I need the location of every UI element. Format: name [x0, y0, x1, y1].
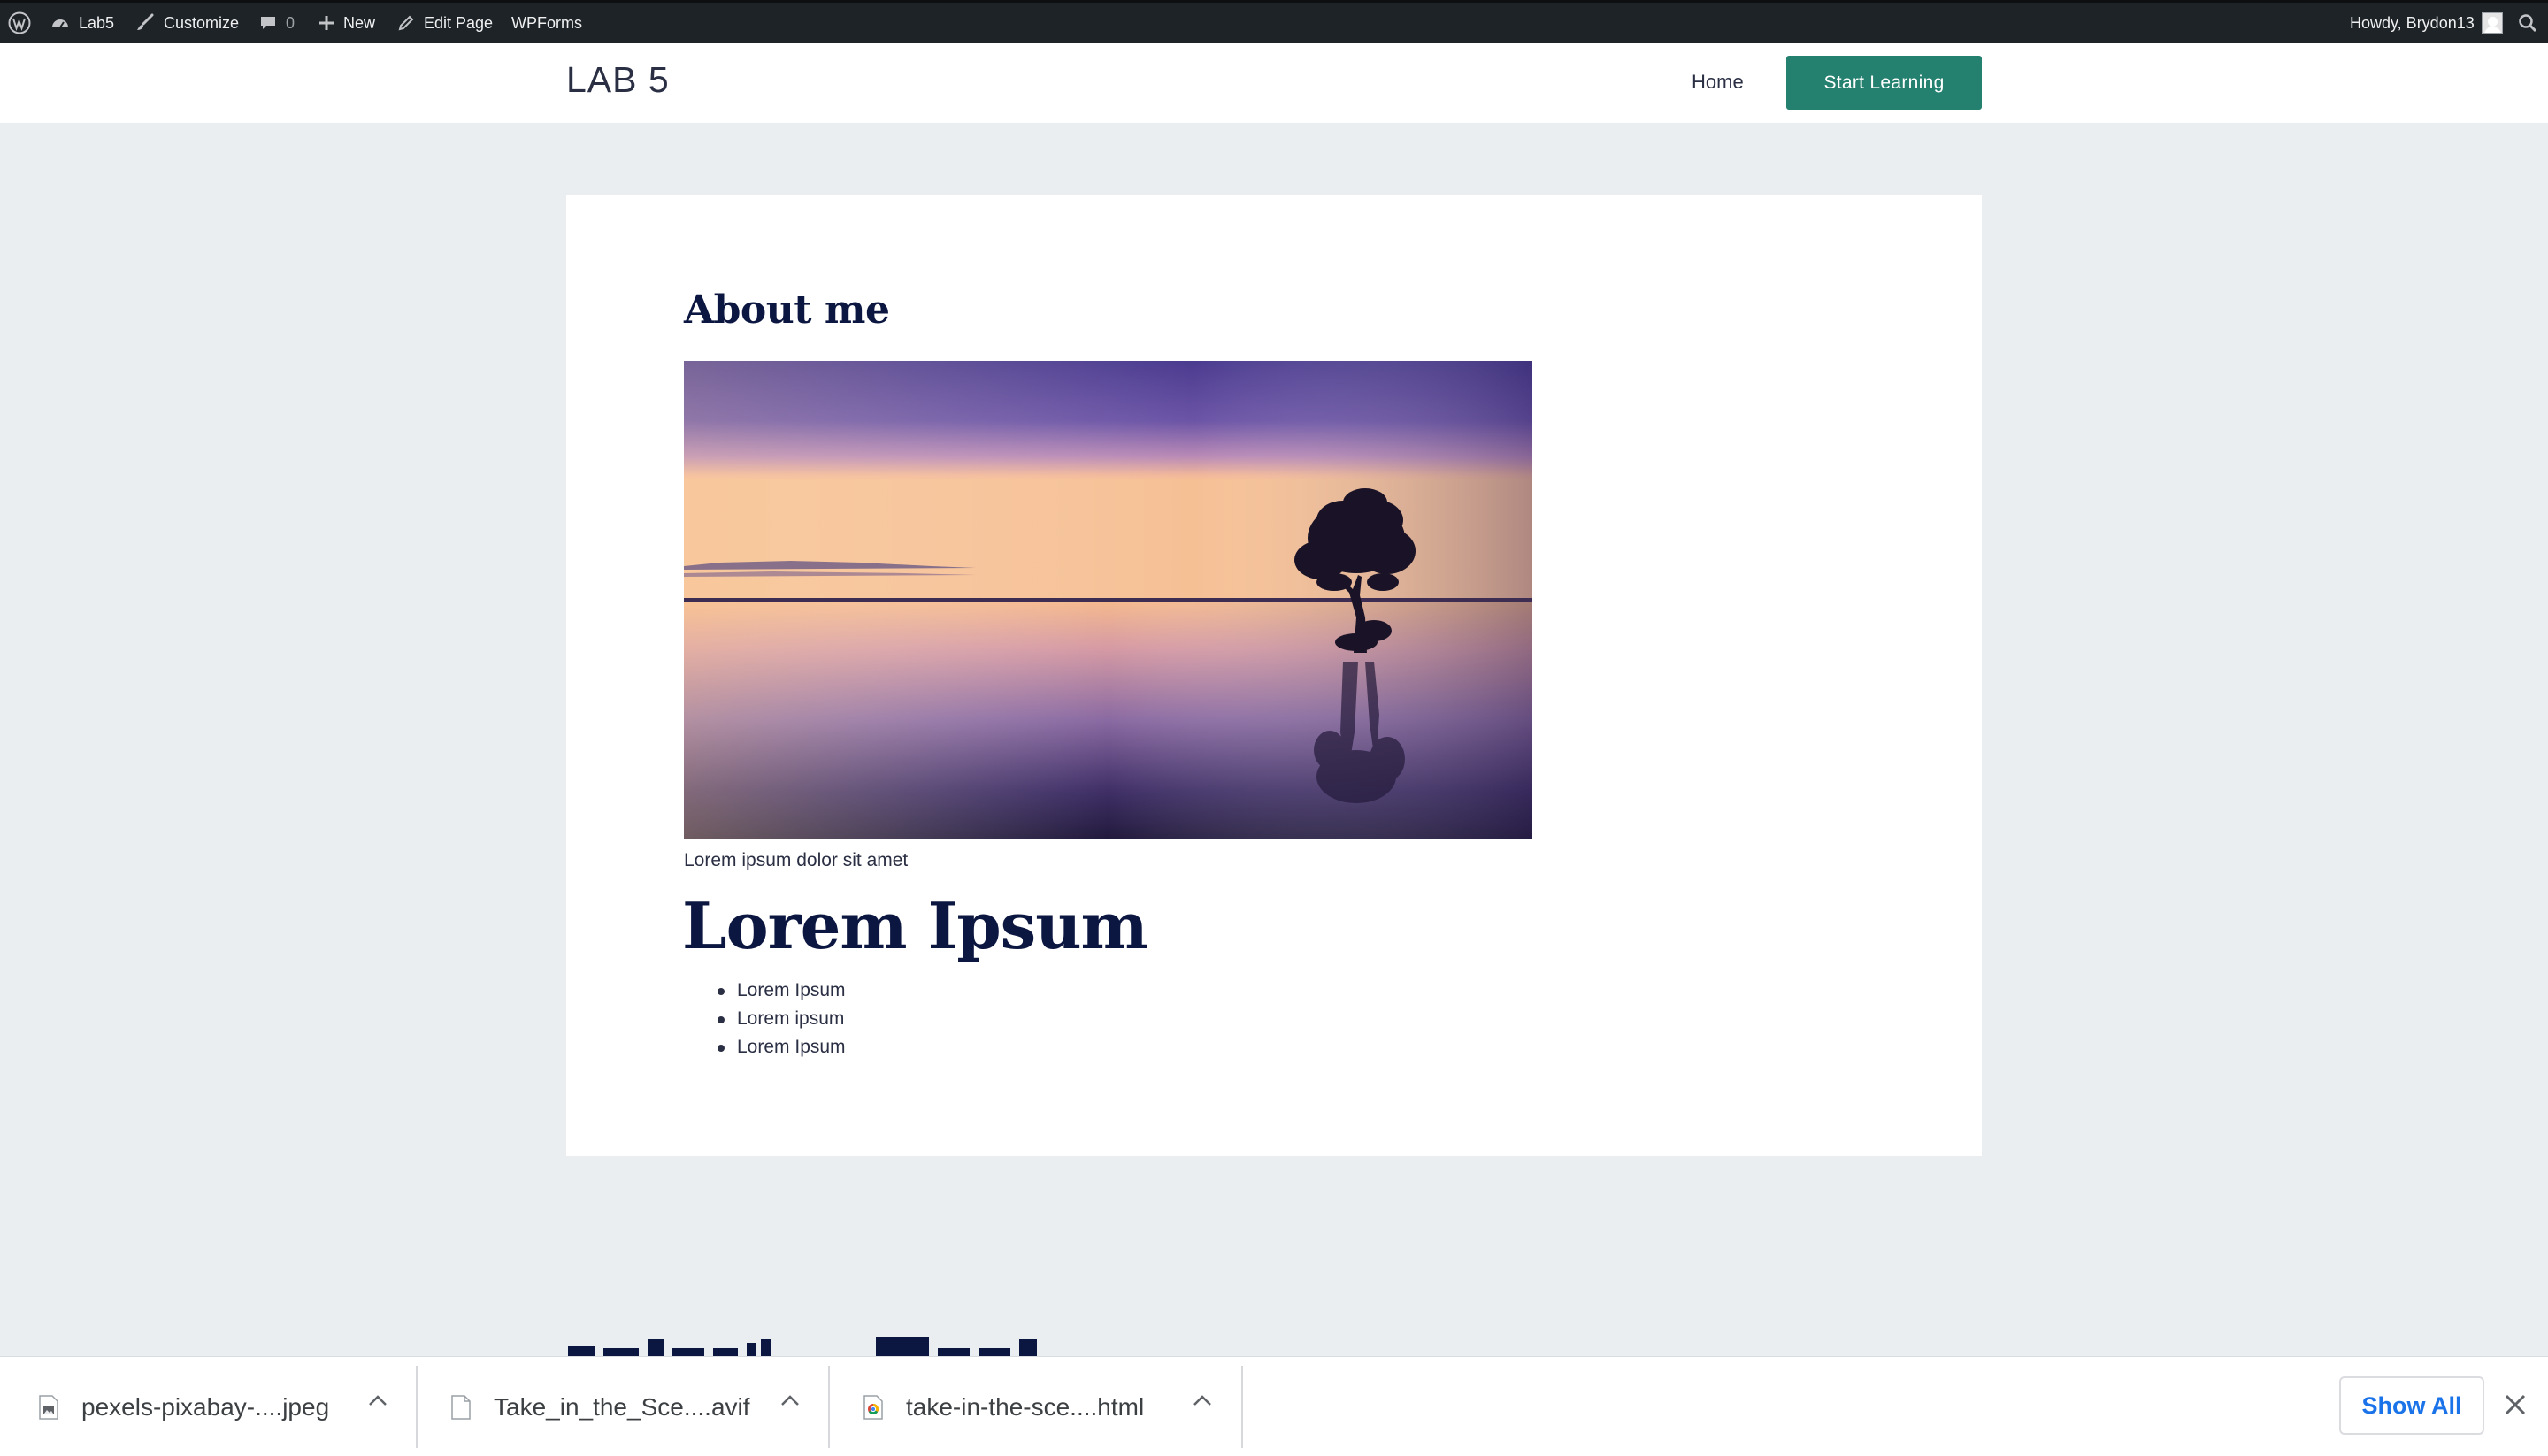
list-item: Lorem Ipsum	[718, 977, 846, 1005]
lorem-ipsum-heading: Lorem Ipsum	[682, 888, 1148, 963]
wpforms-menu[interactable]: WPForms	[511, 3, 582, 43]
customize-label: Customize	[164, 13, 240, 32]
brush-icon	[137, 13, 154, 30]
chevron-up-icon[interactable]	[368, 1394, 388, 1406]
list-item: Lorem Ipsum	[718, 1033, 846, 1061]
chrome-html-file-icon	[863, 1394, 883, 1420]
download-separator	[828, 1366, 830, 1448]
file-icon	[451, 1394, 471, 1420]
image-file-icon	[39, 1394, 58, 1420]
site-name-menu[interactable]: Lab5	[50, 3, 114, 43]
image-caption: Lorem ipsum dolor sit amet	[684, 850, 909, 870]
download-filename: take-in-the-sce....html	[906, 1392, 1145, 1421]
pencil-icon	[398, 15, 414, 31]
edit-page-label: Edit Page	[424, 13, 494, 32]
download-shelf: pexels-pixabay-....jpeg Take_in_the_Sce.…	[0, 1356, 2548, 1456]
wordpress-logo-icon[interactable]	[8, 3, 31, 43]
site-title[interactable]: LAB 5	[566, 59, 670, 101]
start-learning-button[interactable]: Start Learning	[1786, 56, 1982, 110]
new-label: New	[343, 13, 376, 32]
content-card: About me Lorem ipsum dolor sit amet Lore…	[566, 195, 1982, 1156]
download-separator	[1241, 1366, 1243, 1448]
download-separator	[416, 1366, 418, 1448]
comments-menu[interactable]: 0	[259, 3, 295, 43]
avatar	[2481, 12, 2503, 34]
howdy-label: Howdy, Brydon13	[2350, 13, 2475, 32]
close-icon[interactable]	[2503, 1392, 2528, 1417]
list-item: Lorem ipsum	[718, 1005, 846, 1033]
site-header: LAB 5 Home Start Learning	[0, 43, 2548, 123]
admin-search-icon[interactable]	[2518, 3, 2537, 43]
sunset-tree-image	[684, 361, 1532, 839]
user-account-menu[interactable]: Howdy, Brydon13	[2350, 3, 2503, 43]
about-me-heading: About me	[684, 287, 890, 333]
download-item[interactable]: pexels-pixabay-....jpeg	[39, 1357, 393, 1456]
edit-page-menu[interactable]: Edit Page	[397, 3, 493, 43]
bullet-list: Lorem Ipsum Lorem ipsum Lorem Ipsum	[718, 977, 846, 1061]
dashboard-icon	[52, 19, 68, 28]
new-content-menu[interactable]: New	[318, 3, 375, 43]
site-name-label: Lab5	[79, 13, 115, 32]
comments-count: 0	[286, 13, 295, 32]
download-item[interactable]: take-in-the-sce....html	[863, 1357, 1217, 1456]
chevron-up-icon[interactable]	[1193, 1394, 1212, 1406]
download-filename: pexels-pixabay-....jpeg	[81, 1392, 330, 1421]
nav-link-home[interactable]: Home	[1692, 71, 1744, 94]
show-all-button[interactable]: Show All	[2339, 1376, 2484, 1435]
landscape-photo	[684, 361, 1532, 839]
customize-menu[interactable]: Customize	[135, 3, 239, 43]
wp-admin-bar: Lab5 Customize 0 New Edit Page WPForms H…	[0, 0, 2548, 43]
wpforms-label: WPForms	[511, 13, 582, 32]
download-filename: Take_in_the_Sce....avif	[494, 1392, 750, 1421]
plus-icon	[319, 16, 334, 30]
chevron-up-icon[interactable]	[780, 1394, 800, 1406]
download-item[interactable]: Take_in_the_Sce....avif	[451, 1357, 805, 1456]
comment-bubble-icon	[261, 17, 275, 29]
